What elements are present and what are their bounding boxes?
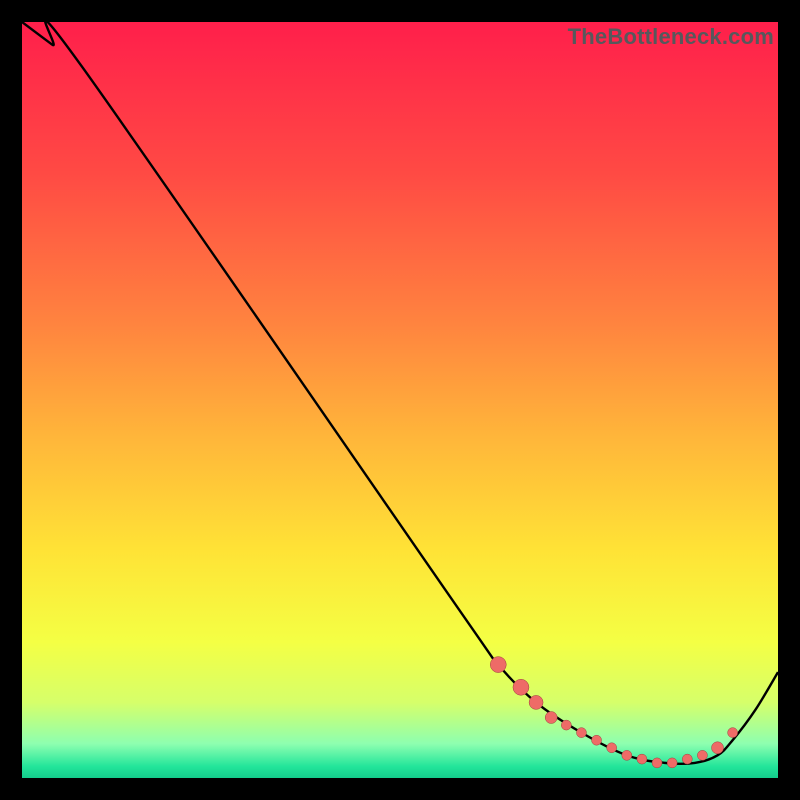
- curve-marker: [728, 728, 738, 738]
- gradient-background: [22, 22, 778, 778]
- curve-marker: [637, 754, 647, 764]
- curve-marker: [576, 728, 586, 738]
- curve-marker: [652, 758, 662, 768]
- curve-marker: [712, 742, 724, 754]
- chart-frame: TheBottleneck.com: [22, 22, 778, 778]
- watermark-text: TheBottleneck.com: [568, 24, 774, 50]
- curve-marker: [682, 754, 692, 764]
- curve-marker: [622, 750, 632, 760]
- curve-marker: [529, 695, 543, 709]
- curve-marker: [545, 712, 557, 724]
- bottleneck-chart: [22, 22, 778, 778]
- curve-marker: [490, 657, 506, 673]
- curve-marker: [667, 758, 677, 768]
- curve-marker: [513, 679, 529, 695]
- curve-marker: [592, 735, 602, 745]
- curve-marker: [561, 720, 571, 730]
- curve-marker: [697, 750, 707, 760]
- curve-marker: [607, 743, 617, 753]
